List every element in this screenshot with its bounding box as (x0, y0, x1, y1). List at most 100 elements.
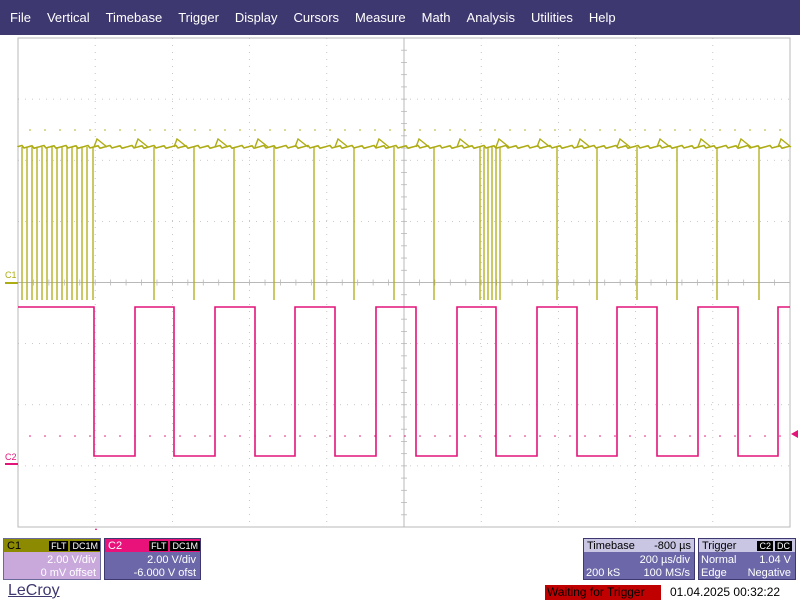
c1-descriptor[interactable]: C1 FLT DC1M 2.00 V/div 0 mV offset (3, 538, 101, 580)
c1-dot (329, 129, 331, 131)
c1-dot (434, 129, 436, 131)
c1-dot (359, 129, 361, 131)
menu-bar: File Vertical Timebase Trigger Display Cursor… (0, 0, 800, 35)
c2-dot (629, 435, 631, 437)
c2-dot (704, 435, 706, 437)
c2-dot (734, 435, 736, 437)
c1-dot (719, 129, 721, 131)
c1-dot (674, 129, 676, 131)
c1-dot (209, 129, 211, 131)
c2-dot (284, 435, 286, 437)
c2-dot (254, 435, 256, 437)
c2-dot (44, 435, 46, 437)
timebase-delay: -800 µs (654, 539, 691, 552)
c1-dot (59, 129, 61, 131)
c2-dot (89, 435, 91, 437)
c1-dot (149, 129, 151, 131)
c1-dot (194, 129, 196, 131)
c2-dot (539, 435, 541, 437)
trigger-title: Trigger (702, 539, 737, 552)
c1-dot (74, 129, 76, 131)
c2-dot (209, 435, 211, 437)
c2-trace-label: C2 (5, 452, 17, 462)
c1-dot (29, 129, 31, 131)
acquisition-status: Waiting for Trigger (545, 585, 661, 600)
c2-dot (479, 435, 481, 437)
c2-dot (779, 435, 781, 437)
menu-timebase[interactable]: Timebase (98, 10, 171, 25)
c2-dot (764, 435, 766, 437)
c1-flt-badge: FLT (49, 540, 69, 551)
c2-dot (134, 435, 136, 437)
c2-dot (419, 435, 421, 437)
menu-measure[interactable]: Measure (347, 10, 414, 25)
trigger-source-badge: C2 (757, 540, 773, 551)
c2-dot (749, 435, 751, 437)
trigger-mode: Normal (701, 554, 737, 566)
c1-dot (629, 129, 631, 131)
c1-dot (344, 129, 346, 131)
c2-dot (389, 435, 391, 437)
c2-dot (434, 435, 436, 437)
c2-dot (104, 435, 106, 437)
c1-dot (764, 129, 766, 131)
timebase-title: Timebase (587, 539, 635, 552)
timebase-descriptor[interactable]: Timebase -800 µs 200 µs/div 200 kS 100 M… (583, 538, 695, 580)
c1-dot (119, 129, 121, 131)
c1-dot (104, 129, 106, 131)
c2-dot (464, 435, 466, 437)
c1-dot (494, 129, 496, 131)
c1-vdiv: 2.00 V/div (47, 554, 96, 566)
c1-descriptor-header: C1 FLT DC1M (4, 539, 100, 552)
c2-dot (659, 435, 661, 437)
trigger-slope: Negative (747, 567, 791, 579)
c1-dot (569, 129, 571, 131)
c2-descriptor-header: C2 FLT DC1M (105, 539, 200, 552)
c2-descriptor[interactable]: C2 FLT DC1M 2.00 V/div -6.000 V ofst (104, 538, 201, 580)
c1-dot (269, 129, 271, 131)
c1-dot (509, 129, 511, 131)
c1-dot (284, 129, 286, 131)
c2-dot (194, 435, 196, 437)
timebase-tdiv: 200 µs/div (639, 554, 690, 566)
c1-dot (659, 129, 661, 131)
c1-dot (734, 129, 736, 131)
trigger-descriptor[interactable]: Trigger C2 DC Normal 1.04 V Edge Negative (698, 538, 796, 580)
menu-analysis[interactable]: Analysis (459, 10, 523, 25)
c1-trace-label: C1 (5, 270, 17, 280)
c2-dot (329, 435, 331, 437)
menu-help[interactable]: Help (581, 10, 624, 25)
menu-math[interactable]: Math (414, 10, 459, 25)
menu-utilities[interactable]: Utilities (523, 10, 581, 25)
c1-dot (134, 129, 136, 131)
lecroy-logo: LeCroy (8, 582, 60, 599)
c1-dot (164, 129, 166, 131)
c1-coupling-badge: DC1M (70, 540, 100, 551)
c1-dot (419, 129, 421, 131)
c1-dot (479, 129, 481, 131)
c2-coupling-badge: DC1M (170, 540, 200, 551)
c2-dot (269, 435, 271, 437)
c2-dot (719, 435, 721, 437)
menu-trigger[interactable]: Trigger (170, 10, 227, 25)
c2-dot (599, 435, 601, 437)
c1-dot (464, 129, 466, 131)
c2-dot (119, 435, 121, 437)
menu-display[interactable]: Display (227, 10, 286, 25)
c2-dot (164, 435, 166, 437)
c1-dot (254, 129, 256, 131)
c1-dot (749, 129, 751, 131)
c2-dot (149, 435, 151, 437)
c1-dot (449, 129, 451, 131)
c2-dot (569, 435, 571, 437)
c2-dot (524, 435, 526, 437)
c2-dot (374, 435, 376, 437)
trigger-coupling-badge: DC (775, 540, 792, 551)
c2-dot (29, 435, 31, 437)
menu-cursors[interactable]: Cursors (286, 10, 348, 25)
c1-dot (89, 129, 91, 131)
date-time: 01.04.2025 00:32:22 (670, 585, 781, 599)
c2-descriptor-label: C2 (108, 539, 123, 552)
menu-vertical[interactable]: Vertical (39, 10, 98, 25)
menu-file[interactable]: File (2, 10, 39, 25)
